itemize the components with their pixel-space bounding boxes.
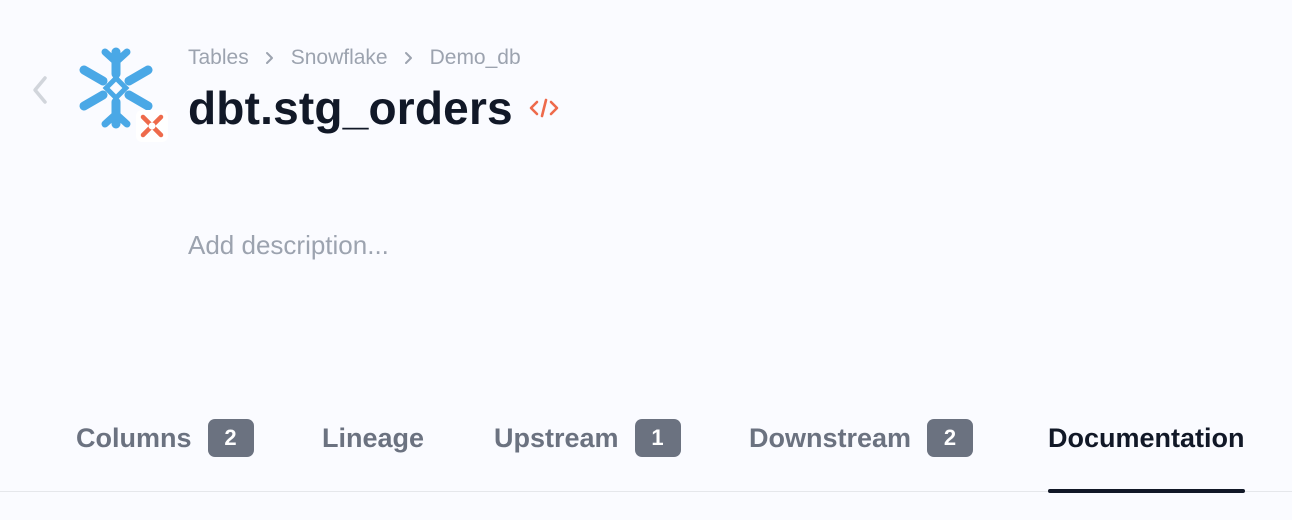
tab-label: Columns (76, 423, 192, 453)
description-input[interactable]: Add description... (188, 230, 389, 261)
tab-label: Documentation (1048, 423, 1245, 453)
tab-label: Upstream (494, 423, 619, 453)
dbt-badge (136, 110, 168, 142)
page-title: dbt.stg_orders (188, 82, 513, 134)
tab-upstream[interactable]: Upstream 1 (494, 416, 681, 492)
tab-columns[interactable]: Columns 2 (76, 416, 254, 492)
breadcrumb: Tables Snowflake Demo_db (188, 44, 521, 72)
active-tab-indicator (1048, 489, 1245, 493)
breadcrumb-item-demo-db[interactable]: Demo_db (430, 46, 521, 70)
tab-downstream[interactable]: Downstream 2 (749, 416, 974, 492)
tab-bar: Columns 2 Lineage Upstream 1 Downstream … (0, 400, 1292, 493)
back-button[interactable] (26, 72, 54, 108)
count-badge: 2 (207, 419, 254, 457)
code-icon[interactable] (529, 97, 559, 119)
tab-label: Lineage (322, 423, 425, 453)
chevron-right-icon (265, 51, 275, 65)
dbt-icon (140, 114, 164, 138)
count-badge: 2 (927, 419, 974, 457)
breadcrumb-item-snowflake[interactable]: Snowflake (291, 46, 388, 70)
breadcrumb-item-tables[interactable]: Tables (188, 46, 249, 70)
source-logo (74, 46, 168, 142)
tab-documentation[interactable]: Documentation (1048, 416, 1245, 493)
chevron-right-icon (404, 51, 414, 65)
title-row: dbt.stg_orders (188, 80, 559, 136)
chevron-left-icon (33, 76, 47, 104)
count-badge: 1 (634, 419, 681, 457)
tab-lineage[interactable]: Lineage (322, 416, 424, 492)
tab-label: Downstream (749, 423, 912, 453)
